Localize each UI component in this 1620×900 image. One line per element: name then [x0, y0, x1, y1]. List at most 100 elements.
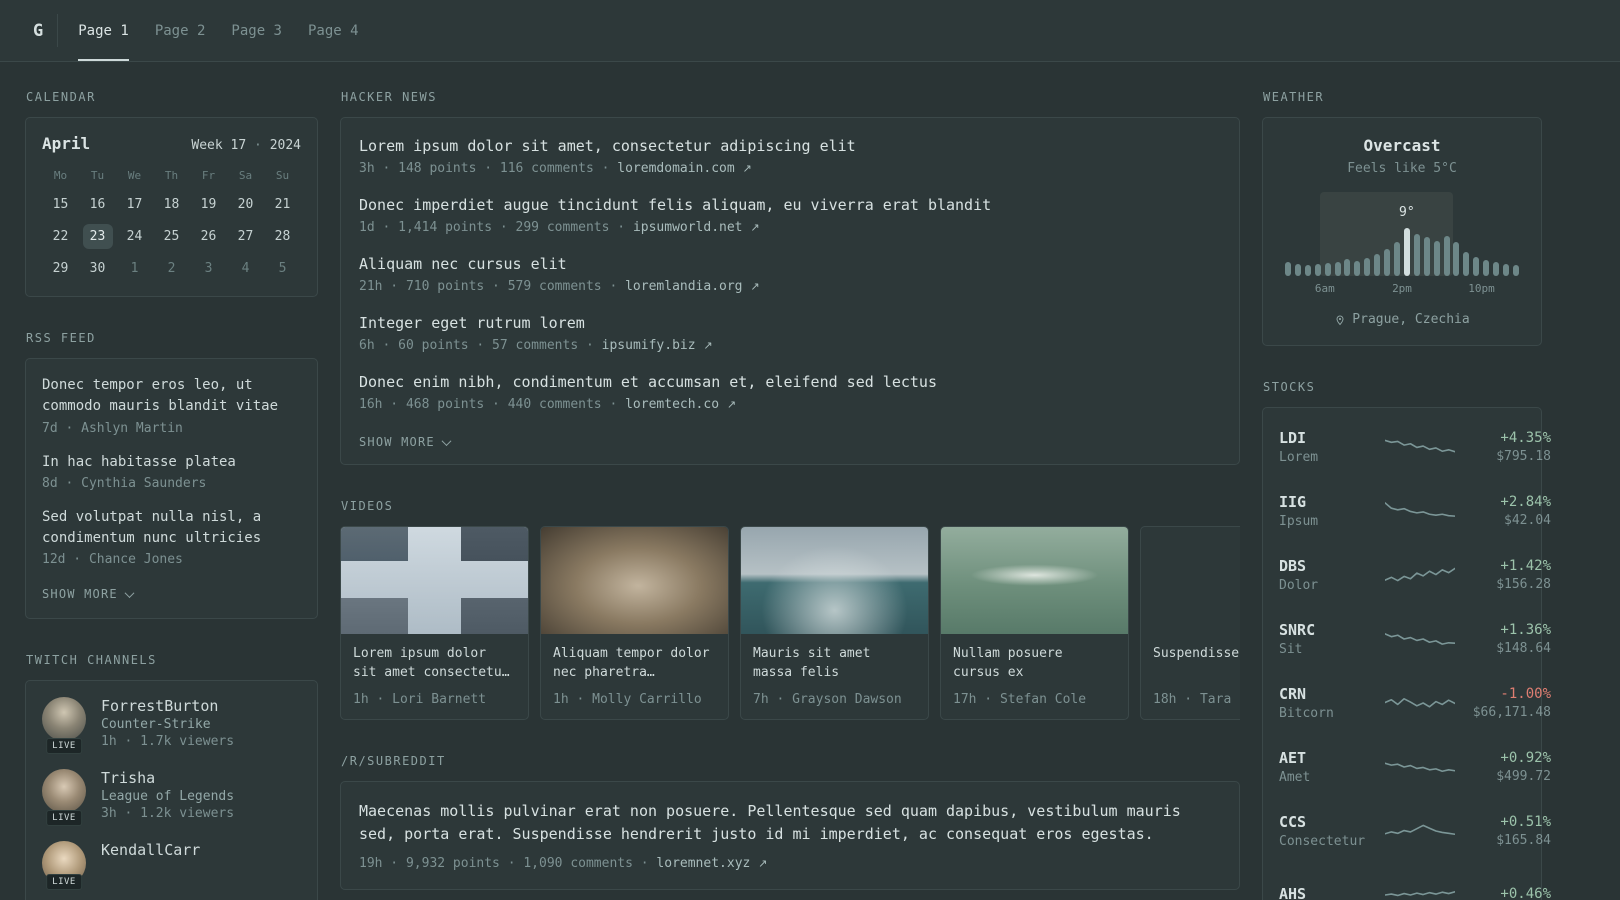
video-card[interactable]: Mauris sit amet massa felis 7h · Grayson…	[740, 526, 929, 720]
time-tick: 6am	[1314, 282, 1335, 295]
weather-time-labels: 6am 2pm 10pm	[1285, 282, 1519, 298]
calendar-day[interactable]: 3	[190, 252, 227, 284]
calendar-dow-label: Tu	[90, 169, 105, 182]
calendar-day[interactable]: 22	[42, 220, 79, 252]
hn-item-title[interactable]: Integer eget rutrum lorem	[359, 313, 1221, 334]
video-card[interactable]: Nullam posuere cursus ex 17h · Stefan Co…	[940, 526, 1129, 720]
calendar-separator: ·	[254, 138, 262, 153]
stock-price: $795.18	[1496, 449, 1551, 464]
app-logo[interactable]: G	[25, 0, 57, 61]
stock-row[interactable]: AHS +0.46%	[1279, 863, 1551, 900]
twitch-channel[interactable]: LIVE Trisha League of Legends 3h · 1.2k …	[42, 769, 301, 827]
stock-row[interactable]: AET Amet +0.92% $499.72	[1279, 735, 1551, 799]
calendar-month: April	[42, 134, 91, 153]
videos-widget: VIDEOS Lorem ipsum dolor sit amet consec…	[340, 499, 1240, 720]
rss-item-title[interactable]: In hac habitasse platea	[42, 452, 301, 473]
rss-item-title[interactable]: Sed volutpat nulla nisl, a condimentum n…	[42, 507, 301, 550]
hackernews-card: Lorem ipsum dolor sit amet, consectetur …	[340, 117, 1240, 465]
stock-row[interactable]: IIG Ipsum +2.84% $42.04	[1279, 479, 1551, 543]
calendar-day[interactable]: 24	[116, 220, 153, 252]
stock-change: +1.42%	[1500, 558, 1551, 574]
stock-row[interactable]: DBS Dolor +1.42% $156.28	[1279, 543, 1551, 607]
rss-item-title[interactable]: Donec tempor eros leo, ut commodo mauris…	[42, 375, 301, 418]
weather-bar	[1364, 258, 1371, 276]
twitch-channel-name[interactable]: ForrestBurton	[101, 697, 234, 715]
rss-show-more-button[interactable]: SHOW MORE	[42, 587, 135, 601]
twitch-channel[interactable]: LIVE ForrestBurton Counter-Strike 1h · 1…	[42, 697, 301, 755]
calendar-day[interactable]: 1	[116, 252, 153, 284]
tab-page-2[interactable]: Page 2	[155, 0, 206, 61]
stock-id: IIG Ipsum	[1279, 493, 1385, 529]
stock-symbol: CRN	[1279, 685, 1307, 703]
show-more-label: SHOW MORE	[359, 435, 435, 449]
stock-name: Consectetur	[1279, 834, 1366, 849]
subreddit-card: Maecenas mollis pulvinar erat non posuer…	[340, 781, 1240, 890]
calendar-day[interactable]: 21	[264, 188, 301, 220]
stock-row[interactable]: CCS Consectetur +0.51% $165.84	[1279, 799, 1551, 863]
tab-page-4[interactable]: Page 4	[308, 0, 359, 61]
live-badge: LIVE	[46, 874, 82, 891]
weather-bar	[1354, 261, 1361, 276]
hn-item-title[interactable]: Donec imperdiet augue tincidunt felis al…	[359, 195, 1221, 216]
weather-bar	[1512, 265, 1519, 276]
rss-widget: RSS FEED Donec tempor eros leo, ut commo…	[25, 331, 318, 620]
stock-row[interactable]: CRN Bitcorn -1.00% $66,171.48	[1279, 671, 1551, 735]
twitch-game: Counter-Strike	[101, 717, 211, 733]
twitch-widget: TWITCH CHANNELS LIVE ForrestBurton Count…	[25, 653, 318, 900]
calendar-day[interactable]: 18	[153, 188, 190, 220]
twitch-channel-name[interactable]: Trisha	[101, 769, 234, 787]
tab-page-1[interactable]: Page 1	[78, 0, 129, 61]
stock-id: CCS Consectetur	[1279, 813, 1385, 849]
stock-row[interactable]: SNRC Sit +1.36% $148.64	[1279, 607, 1551, 671]
hn-domain-link[interactable]: ipsumify.biz	[602, 338, 696, 353]
calendar-grid: 15 16 17 18 19 20 21 22 23 24 25 26 27 28 29 30 1 2 3 4 5	[42, 188, 301, 284]
weather-location[interactable]: Prague, Czechia	[1281, 312, 1523, 327]
calendar-day[interactable]: 26	[190, 220, 227, 252]
calendar-day[interactable]: 28	[264, 220, 301, 252]
calendar-day-selected[interactable]: 23	[79, 220, 116, 252]
stock-sparkline	[1385, 562, 1455, 588]
calendar-day[interactable]: 4	[227, 252, 264, 284]
subreddit-domain-link[interactable]: loremnet.xyz	[656, 856, 750, 871]
twitch-channel-name[interactable]: KendallCarr	[101, 841, 200, 859]
video-card[interactable]: Suspendisse diam 18h · Tara	[1140, 526, 1240, 720]
avatar	[42, 697, 86, 742]
calendar-day[interactable]: 19	[190, 188, 227, 220]
hn-item-title[interactable]: Lorem ipsum dolor sit amet, consectetur …	[359, 136, 1221, 157]
twitch-channel[interactable]: LIVE KendallCarr	[42, 841, 301, 891]
calendar-day[interactable]: 15	[42, 188, 79, 220]
hn-item-title[interactable]: Donec enim nibh, condimentum et accumsan…	[359, 372, 1221, 393]
video-card[interactable]: Aliquam tempor dolor nec pharetra… 1h · …	[540, 526, 729, 720]
hn-show-more-button[interactable]: SHOW MORE	[359, 435, 452, 449]
weather-bar	[1413, 234, 1420, 276]
calendar-day[interactable]: 30	[79, 252, 116, 284]
stock-price: $156.28	[1496, 577, 1551, 592]
calendar-day[interactable]: 2	[153, 252, 190, 284]
video-meta: 7h · Grayson Dawson	[753, 692, 902, 707]
external-link-icon: ↗	[750, 221, 760, 234]
calendar-day[interactable]: 20	[227, 188, 264, 220]
header-separator	[57, 14, 59, 47]
hn-domain-link[interactable]: ipsumworld.net	[633, 220, 743, 235]
stock-row[interactable]: LDI Lorem +4.35% $795.18	[1279, 415, 1551, 479]
video-meta: 1h · Molly Carrillo	[553, 692, 702, 707]
subreddit-post-title[interactable]: Maecenas mollis pulvinar erat non posuer…	[359, 800, 1221, 847]
hn-domain-link[interactable]: loremdomain.com	[617, 161, 734, 176]
calendar-day[interactable]: 27	[227, 220, 264, 252]
hn-domain-link[interactable]: loremlandia.org	[625, 279, 742, 294]
stock-id: AET Amet	[1279, 749, 1385, 785]
hn-domain-link[interactable]: loremtech.co	[625, 397, 719, 412]
subreddit-meta-text: 19h · 9,932 points · 1,090 comments ·	[359, 855, 657, 871]
tab-page-3[interactable]: Page 3	[231, 0, 282, 61]
video-card[interactable]: Lorem ipsum dolor sit amet consectetu… 1…	[340, 526, 529, 720]
calendar-day[interactable]: 25	[153, 220, 190, 252]
calendar-day[interactable]: 16	[79, 188, 116, 220]
calendar-day[interactable]: 17	[116, 188, 153, 220]
calendar-dow-label: Su	[275, 169, 290, 182]
calendar-day[interactable]: 5	[264, 252, 301, 284]
hn-item-title[interactable]: Aliquam nec cursus elit	[359, 254, 1221, 275]
calendar-dow-label: Th	[164, 169, 179, 182]
stock-change: -1.00%	[1500, 686, 1551, 702]
weather-bar	[1374, 254, 1381, 276]
calendar-day[interactable]: 29	[42, 252, 79, 284]
